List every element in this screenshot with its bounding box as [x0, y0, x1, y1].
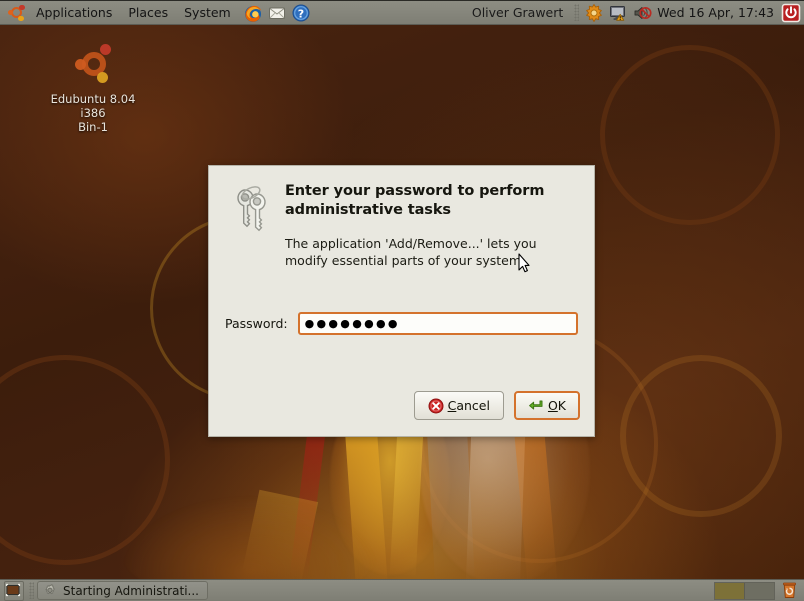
dialog-button-row: Cancel OK: [413, 391, 580, 420]
bottom-panel: Starting Administrati...: [0, 579, 804, 601]
update-manager-icon[interactable]: [584, 3, 604, 23]
cancel-button[interactable]: Cancel: [413, 391, 504, 420]
menu-system[interactable]: System: [177, 3, 238, 23]
help-icon[interactable]: ?: [291, 3, 311, 23]
ok-button-label: OK: [547, 398, 566, 413]
dialog-title: Enter your password to perform administr…: [285, 183, 545, 218]
top-panel: Applications Places System ? Oliver Graw…: [0, 0, 804, 25]
cancel-button-label: Cancel: [447, 398, 490, 413]
power-button-icon[interactable]: [781, 3, 801, 23]
ubuntu-logo-icon[interactable]: [6, 3, 26, 23]
password-label: Password:: [225, 316, 288, 331]
volume-muted-icon[interactable]: [632, 3, 652, 23]
task-button-administration[interactable]: Starting Administrati...: [37, 581, 208, 600]
menu-places[interactable]: Places: [121, 3, 175, 23]
user-name-label[interactable]: Oliver Grawert: [464, 5, 571, 20]
password-row: Password: ●●●●●●●●: [209, 312, 594, 335]
trash-icon[interactable]: [780, 581, 799, 600]
gear-icon: [43, 583, 57, 598]
firefox-icon[interactable]: [243, 3, 263, 23]
task-button-label: Starting Administrati...: [63, 583, 199, 598]
display-warning-icon[interactable]: [608, 3, 628, 23]
evolution-mail-icon[interactable]: [267, 3, 287, 23]
show-desktop-icon[interactable]: [4, 580, 24, 601]
desktop-icon-edubuntu-cd[interactable]: Edubuntu 8.04 i386 Bin-1: [38, 40, 148, 134]
panel-grip[interactable]: [574, 4, 580, 21]
password-dialog: Enter your password to perform administr…: [208, 165, 595, 437]
ok-button[interactable]: OK: [513, 391, 580, 420]
workspace-1[interactable]: [715, 582, 744, 599]
password-input[interactable]: ●●●●●●●●: [297, 312, 578, 335]
svg-text:?: ?: [298, 7, 304, 20]
desktop-icon-label: Edubuntu 8.04 i386 Bin-1: [50, 92, 136, 134]
menu-applications[interactable]: Applications: [29, 3, 119, 23]
clock-label[interactable]: Wed 16 Apr, 17:43: [654, 5, 779, 20]
workspace-switcher[interactable]: [714, 581, 775, 600]
keys-icon: [227, 184, 275, 236]
workspace-2[interactable]: [744, 582, 774, 599]
cd-volume-icon: [69, 40, 117, 88]
taskbar-grip[interactable]: [29, 582, 34, 599]
screen: Edubuntu 8.04 i386 Bin-1 Applications Pl…: [0, 0, 804, 601]
enter-arrow-icon: [528, 398, 544, 414]
cancel-x-icon: [428, 398, 444, 414]
dialog-body-text: The application 'Add/Remove...' lets you…: [285, 236, 537, 268]
